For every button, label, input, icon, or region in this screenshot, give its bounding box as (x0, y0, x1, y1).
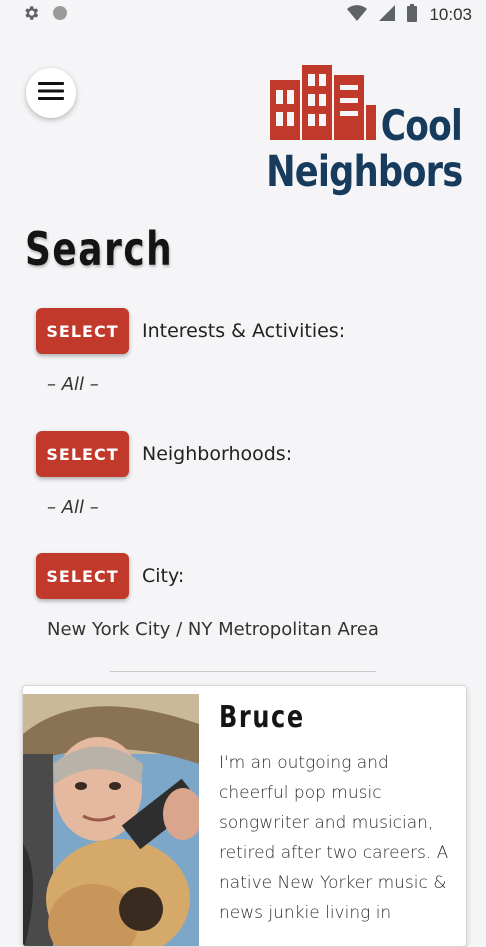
buildings-icon (270, 65, 376, 140)
filter-row: SELECT City: (36, 553, 456, 599)
logo-text-cool: Cool (380, 101, 463, 150)
status-right: 10:03 (347, 3, 472, 27)
app-logo[interactable]: Cool Neighbors (266, 60, 463, 200)
filter-neighborhoods: SELECT Neighborhoods: – All – (36, 431, 456, 518)
hamburger-icon (38, 81, 64, 106)
filter-value-interests: – All – (47, 374, 99, 395)
filter-row: SELECT Interests & Activities: (36, 308, 456, 354)
wifi-icon (347, 4, 368, 26)
filter-label-interests: Interests & Activities: (142, 320, 346, 342)
profile-card[interactable]: Bruce I'm an outgoing and cheerful pop m… (22, 685, 467, 947)
filter-label-neighborhoods: Neighborhoods: (142, 443, 293, 465)
filter-city: SELECT City: New York City / NY Metropol… (36, 553, 456, 640)
logo-text-neighbors: Neighbors (265, 147, 463, 197)
status-left (22, 4, 68, 27)
filter-value-neighborhoods: – All – (47, 497, 99, 518)
select-interests-button[interactable]: SELECT (36, 308, 129, 354)
status-bar: 10:03 (0, 0, 486, 30)
filter-row: SELECT Neighborhoods: (36, 431, 456, 477)
menu-button[interactable] (26, 68, 76, 118)
divider (110, 671, 376, 672)
gear-icon (22, 4, 40, 27)
profile-bio: I'm an outgoing and cheerful pop music s… (219, 753, 449, 923)
filter-interests: SELECT Interests & Activities: – All – (36, 308, 456, 395)
select-city-button[interactable]: SELECT (36, 553, 129, 599)
page-title: Search (25, 222, 174, 276)
circle-icon (52, 5, 68, 26)
profile-photo (23, 694, 199, 946)
cell-signal-icon (379, 4, 396, 26)
clock: 10:03 (429, 5, 472, 24)
battery-icon (407, 3, 418, 27)
select-neighborhoods-button[interactable]: SELECT (36, 431, 129, 477)
filter-label-city: City: (142, 565, 185, 587)
profile-name: Bruce (219, 700, 305, 735)
filter-value-city: New York City / NY Metropolitan Area (47, 619, 379, 640)
